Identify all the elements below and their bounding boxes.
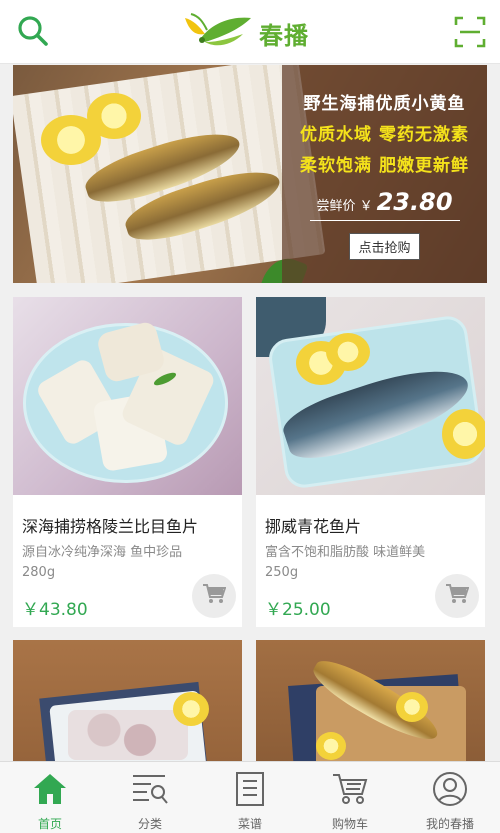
product-card[interactable]: 挪威青花鱼片 富含不饱和脂肪酸 味道鲜美 250g ￥25.00: [256, 297, 485, 627]
product-image-halibut: [13, 297, 242, 495]
product-image-squid: [13, 640, 242, 761]
product-desc: 源自冰冷纯净深海 鱼中珍品: [22, 545, 183, 560]
tab-label: 分类: [137, 817, 162, 831]
product-image-mackerel: [256, 297, 485, 495]
cart-icon: [202, 583, 227, 609]
tab-label: 我的春播: [425, 817, 474, 831]
product-card[interactable]: 深海捕捞格陵兰比目鱼片 源自冰冷纯净深海 鱼中珍品 280g ￥43.80: [13, 297, 242, 627]
product-weight: 250g: [265, 565, 299, 580]
tab-label: 购物车: [331, 817, 368, 831]
banner-price-label: 尝鲜价 ￥: [316, 199, 373, 214]
banner-title: 野生海捕优质小黄鱼: [303, 94, 466, 114]
tab-category[interactable]: 分类: [100, 762, 200, 833]
product-price: ￥43.80: [22, 600, 88, 620]
banner-price: 23.80: [376, 188, 453, 216]
tab-profile[interactable]: 我的春播: [400, 762, 500, 833]
scan-icon[interactable]: [454, 16, 486, 48]
lemon-slice-image: [87, 93, 141, 139]
search-icon[interactable]: [16, 14, 50, 48]
product-name: 挪威青花鱼片: [265, 517, 362, 536]
tab-label: 菜谱: [237, 817, 262, 831]
banner-price-row: 尝鲜价 ￥ 23.80: [292, 188, 477, 216]
profile-icon: [431, 770, 469, 808]
logo-text: 春播: [259, 21, 309, 50]
product-image-croaker: [256, 640, 485, 761]
buy-now-button[interactable]: 点击抢购: [349, 233, 420, 260]
banner-line-1: 优质水域 零药无激素: [300, 125, 469, 145]
promo-banner[interactable]: 野生海捕优质小黄鱼 优质水域 零药无激素 柔软饱满 肥嫩更新鲜 尝鲜价 ￥ 23…: [13, 65, 487, 283]
cart-icon: [331, 770, 369, 808]
product-card[interactable]: [256, 640, 485, 761]
add-to-cart-button[interactable]: [192, 574, 236, 618]
recipe-icon: [231, 770, 269, 808]
add-to-cart-button[interactable]: [435, 574, 479, 618]
tab-recipe[interactable]: 菜谱: [200, 762, 300, 833]
product-price: ￥25.00: [265, 600, 331, 620]
tab-home[interactable]: 首页: [0, 762, 100, 833]
home-icon: [31, 770, 69, 808]
app-logo[interactable]: 春播: [183, 12, 309, 54]
tab-label: 首页: [37, 817, 62, 831]
bottom-tab-bar: 首页 分类 菜谱 购物车 我的春播: [0, 761, 500, 833]
cart-icon: [445, 583, 470, 609]
category-icon: [131, 770, 169, 808]
product-desc: 富含不饱和脂肪酸 味道鲜美: [265, 545, 426, 560]
tab-cart[interactable]: 购物车: [300, 762, 400, 833]
product-weight: 280g: [22, 565, 56, 580]
top-header: 春播: [0, 0, 500, 64]
banner-promo-panel: 野生海捕优质小黄鱼 优质水域 零药无激素 柔软饱满 肥嫩更新鲜 尝鲜价 ￥ 23…: [282, 65, 487, 283]
butterfly-logo-icon: [183, 12, 253, 54]
product-card[interactable]: [13, 640, 242, 761]
product-name: 深海捕捞格陵兰比目鱼片: [22, 517, 199, 536]
banner-line-2: 柔软饱满 肥嫩更新鲜: [300, 156, 469, 176]
banner-divider: [309, 220, 460, 221]
